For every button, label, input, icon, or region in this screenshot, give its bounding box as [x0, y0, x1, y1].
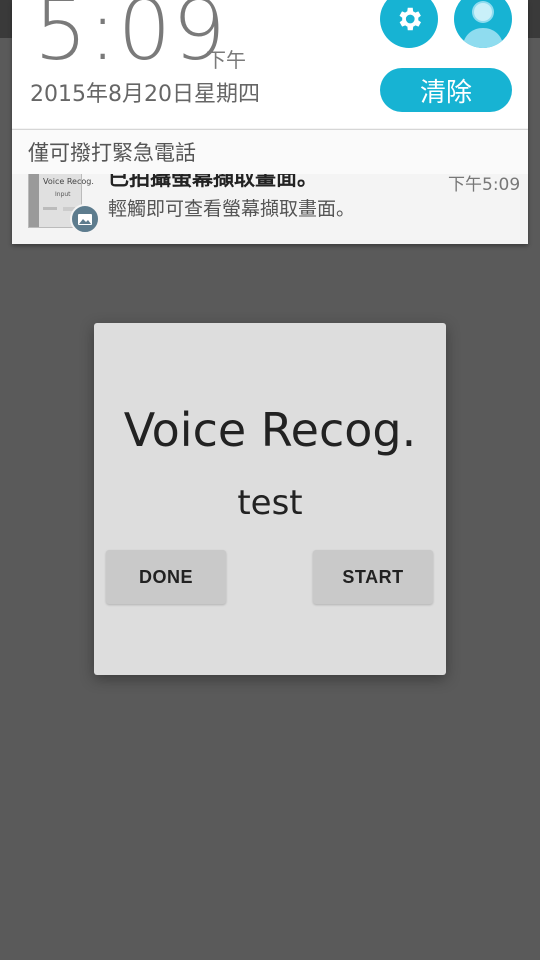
thumb-title: Voice Recog. — [43, 177, 94, 186]
emergency-text: 僅可撥打緊急電話 — [28, 141, 196, 165]
dialog-title: Voice Recog. — [123, 403, 417, 457]
thumb-sub: Input — [55, 191, 71, 198]
clock-time: 5:09 — [34, 0, 227, 79]
voice-recog-dialog: Voice Recog. test DONE START — [94, 323, 446, 675]
notification-shade: 5:09 下午 2015年8月20日星期四 清除 僅可撥打緊急電話 Voice … — [12, 0, 528, 244]
start-button[interactable]: START — [313, 550, 433, 604]
gear-icon — [399, 7, 421, 31]
emergency-calls-banner: 僅可撥打緊急電話 — [12, 129, 528, 175]
screenshot-notification[interactable]: Voice Recog. Input 已拍攝螢幕擷取畫面。 下午5:09 輕觸即… — [12, 174, 528, 244]
recognized-text: test — [237, 483, 303, 523]
notification-title: 已拍攝螢幕擷取畫面。 — [108, 174, 318, 190]
user-avatar-button[interactable] — [454, 0, 512, 48]
quick-settings-header: 5:09 下午 2015年8月20日星期四 清除 — [12, 0, 528, 128]
clock-ampm: 下午 — [206, 48, 246, 72]
image-badge — [70, 204, 100, 234]
notification-text: 輕觸即可查看螢幕擷取畫面。 — [108, 198, 356, 220]
clear-button[interactable]: 清除 — [380, 68, 512, 112]
clock-date: 2015年8月20日星期四 — [30, 82, 260, 107]
settings-button[interactable] — [380, 0, 438, 48]
user-avatar-icon — [462, 1, 504, 48]
done-button[interactable]: DONE — [106, 550, 226, 604]
notification-time: 下午5:09 — [448, 175, 521, 195]
image-icon — [78, 214, 92, 225]
